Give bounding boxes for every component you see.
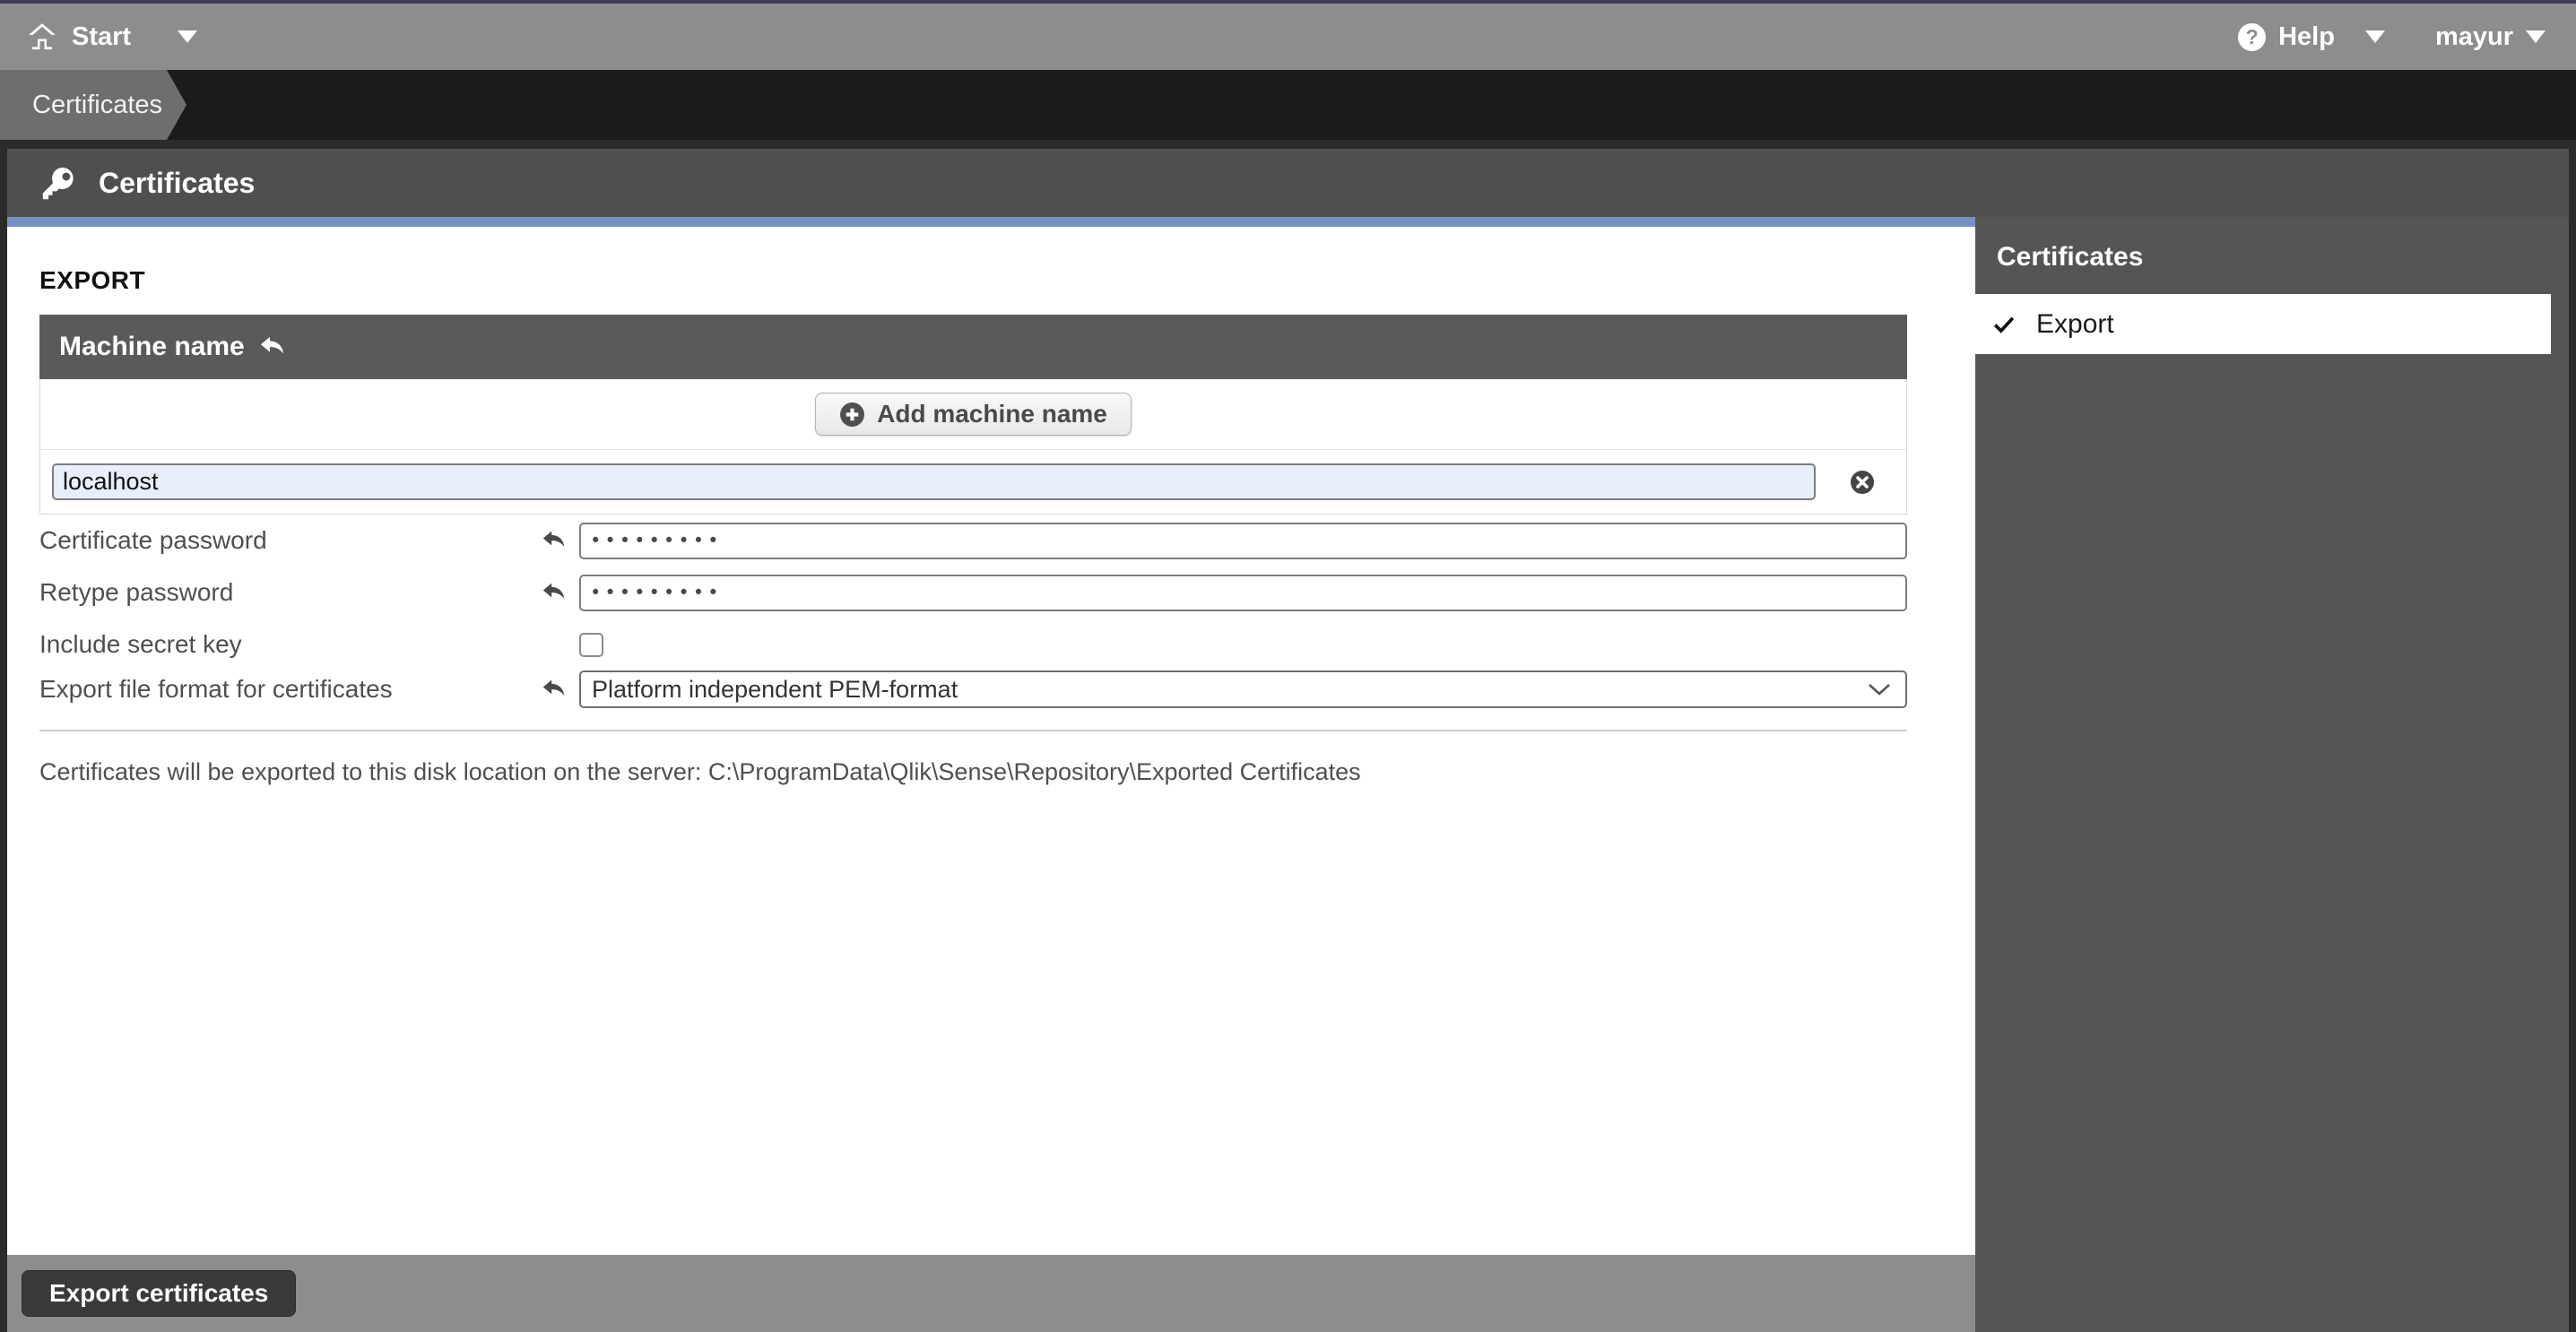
plus-circle-icon [839,402,865,428]
section-title: EXPORT [39,266,1907,295]
action-bar: Export certificates [7,1255,1975,1332]
page-title: Certificates [99,167,255,200]
machine-name-table-body: Add machine name [39,379,1907,515]
accent-bar [7,217,1975,227]
add-machine-row: Add machine name [40,379,1906,450]
export-location-note: Certificates will be exported to this di… [39,758,1907,786]
add-machine-name-button[interactable]: Add machine name [815,393,1132,436]
undo-icon[interactable] [542,679,567,700]
remove-machine-button[interactable] [1850,470,1875,495]
help-menu-button[interactable]: ? Help [2238,22,2385,52]
help-icon: ? [2238,23,2266,51]
export-format-selected-value: Platform independent PEM-format [592,676,958,704]
retype-password-label: Retype password [39,578,542,607]
user-caret-icon [2526,30,2546,43]
key-icon [41,166,75,200]
retype-password-row: Retype password [39,574,1907,611]
export-format-select[interactable]: Platform independent PEM-format [579,670,1907,708]
page-header: Certificates [7,149,2569,217]
add-machine-name-label: Add machine name [877,400,1107,428]
machine-name-input[interactable] [52,463,1816,500]
export-panel: EXPORT Machine name [7,227,1975,1255]
start-menu-button[interactable]: Start [27,22,197,52]
breadcrumb-label: Certificates [32,91,162,120]
sidebar: Certificates Export [1975,217,2569,1332]
export-format-row: Export file format for certificates Plat… [39,670,1907,708]
chevron-down-icon [1868,683,1891,696]
undo-icon[interactable] [542,530,567,551]
check-icon [1993,316,2015,333]
qmc-certificates-page: Start ? Help mayur Certificates Ce [0,0,2576,1332]
top-navigation-bar: Start ? Help mayur [0,4,2576,70]
machine-name-column-header[interactable]: Machine name [39,315,1907,379]
machine-name-row [40,450,1906,514]
main-content-column: EXPORT Machine name [7,217,1975,1332]
include-secret-key-row: Include secret key [39,626,1907,663]
export-format-label: Export file format for certificates [39,675,542,704]
machine-name-header-label: Machine name [59,332,245,362]
certificate-password-input[interactable] [579,523,1907,559]
retype-password-input[interactable] [579,575,1907,611]
help-caret-icon [2365,30,2385,43]
start-caret-icon [178,30,197,43]
export-certificates-button[interactable]: Export certificates [22,1270,296,1317]
start-label: Start [72,22,131,52]
undo-icon[interactable] [542,582,567,603]
include-secret-key-label: Include secret key [39,630,542,659]
breadcrumb-tab-certificates[interactable]: Certificates [0,70,167,140]
divider [39,730,1907,731]
undo-icon [259,335,286,359]
certificate-password-row: Certificate password [39,522,1907,559]
body-region: Certificates EXPORT Machine name [0,140,2576,1332]
certificate-password-label: Certificate password [39,526,542,555]
sidebar-item-label: Export [2036,309,2114,340]
include-secret-key-checkbox[interactable] [579,633,603,657]
user-menu-button[interactable]: mayur [2435,22,2546,52]
remove-circle-icon [1850,470,1875,495]
home-icon [27,22,57,51]
sidebar-item-export[interactable]: Export [1975,294,2551,354]
machine-name-table: Machine name [39,315,1907,515]
breadcrumb: Certificates [0,70,2576,140]
user-name: mayur [2435,22,2513,52]
help-label: Help [2278,22,2335,52]
sidebar-title: Certificates [1975,217,2569,294]
